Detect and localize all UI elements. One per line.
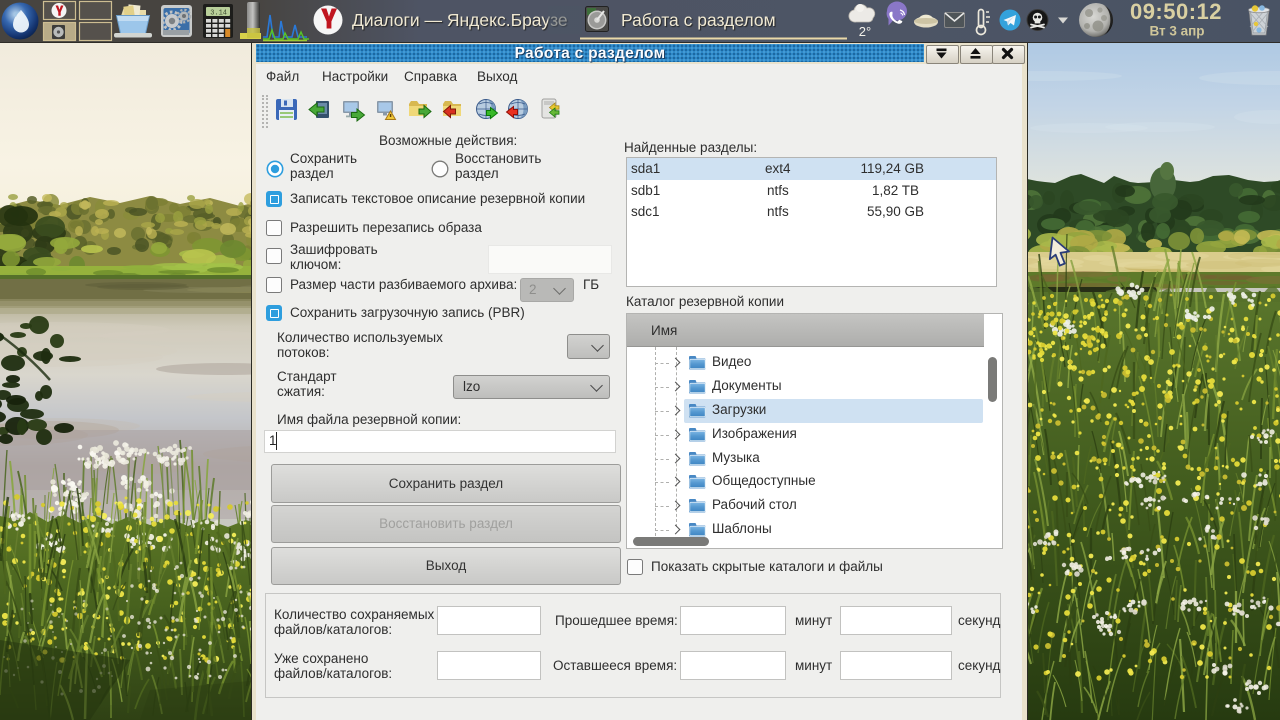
svg-text:Диалоги — Яндекс.Браузе: Диалоги — Яндекс.Браузе (352, 10, 568, 30)
svg-text:3.14: 3.14 (210, 10, 227, 18)
svg-text:Вт 3 апр: Вт 3 апр (1149, 24, 1204, 39)
svg-text:09:50:12: 09:50:12 (1130, 0, 1222, 24)
svg-text:2°: 2° (859, 24, 871, 39)
svg-text:Работа с разделом: Работа с разделом (621, 10, 776, 30)
